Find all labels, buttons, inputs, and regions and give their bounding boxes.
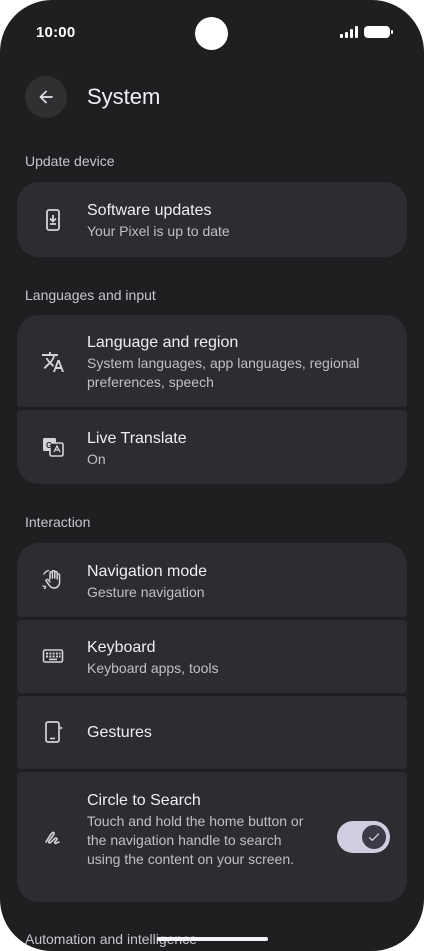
phone-gesture-icon (41, 720, 65, 744)
live-translate-icon: G (41, 435, 65, 459)
status-time: 10:00 (36, 24, 76, 41)
battery-icon (364, 26, 393, 38)
phone-screen: 10:00 System Update device Software upda… (0, 0, 424, 951)
item-title: Language and region (87, 334, 239, 351)
system-update-icon (41, 208, 65, 232)
item-title: Gestures (87, 724, 152, 741)
status-bar: 10:00 (0, 0, 424, 64)
item-subtitle: On (87, 451, 106, 467)
item-subtitle: Gesture navigation (87, 584, 205, 600)
gestures-text: Gestures (87, 723, 387, 743)
live-translate-item[interactable]: G Live Translate On (17, 410, 407, 484)
signal-icon (340, 26, 358, 38)
item-title: Circle to Search (87, 792, 201, 809)
navigation-handle[interactable] (157, 937, 268, 941)
item-subtitle: Your Pixel is up to date (87, 223, 230, 239)
section-languages-input: Languages and input (25, 287, 156, 303)
item-subtitle: Touch and hold the home button or the na… (87, 813, 304, 867)
translate-icon (41, 350, 65, 374)
camera-cutout (195, 17, 228, 50)
item-title: Live Translate (87, 430, 187, 447)
circle-to-search-item[interactable]: Circle to Search Touch and hold the home… (17, 772, 407, 902)
language-region-item[interactable]: Language and region System languages, ap… (17, 315, 407, 407)
circle-search-icon (41, 825, 65, 849)
live-translate-text: Live Translate On (87, 429, 387, 469)
arrow-back-icon (39, 90, 53, 104)
circle-to-search-toggle[interactable] (337, 821, 390, 853)
navigation-mode-item[interactable]: Navigation mode Gesture navigation (17, 543, 407, 617)
section-update-device: Update device (25, 153, 115, 169)
item-title: Keyboard (87, 639, 156, 656)
navigation-mode-text: Navigation mode Gesture navigation (87, 562, 387, 602)
gestures-item[interactable]: Gestures (17, 696, 407, 769)
svg-text:G: G (46, 441, 52, 450)
item-subtitle: Keyboard apps, tools (87, 660, 219, 676)
language-region-text: Language and region System languages, ap… (87, 333, 387, 392)
item-title: Navigation mode (87, 563, 208, 580)
circle-to-search-text: Circle to Search Touch and hold the home… (87, 791, 312, 869)
section-interaction: Interaction (25, 514, 91, 530)
check-icon (368, 833, 380, 842)
toggle-knob (362, 825, 386, 849)
keyboard-icon (41, 644, 65, 668)
item-subtitle: System languages, app languages, regiona… (87, 355, 360, 390)
keyboard-text: Keyboard Keyboard apps, tools (87, 638, 387, 678)
page-title: System (87, 84, 161, 109)
keyboard-item[interactable]: Keyboard Keyboard apps, tools (17, 620, 407, 693)
back-button[interactable] (25, 76, 67, 118)
software-updates-text: Software updates Your Pixel is up to dat… (87, 201, 387, 241)
system-icons (340, 26, 393, 38)
item-title: Software updates (87, 202, 212, 219)
top-app-bar: System (0, 74, 424, 120)
software-updates-item[interactable]: Software updates Your Pixel is up to dat… (17, 182, 407, 257)
gesture-hand-icon (41, 568, 65, 592)
